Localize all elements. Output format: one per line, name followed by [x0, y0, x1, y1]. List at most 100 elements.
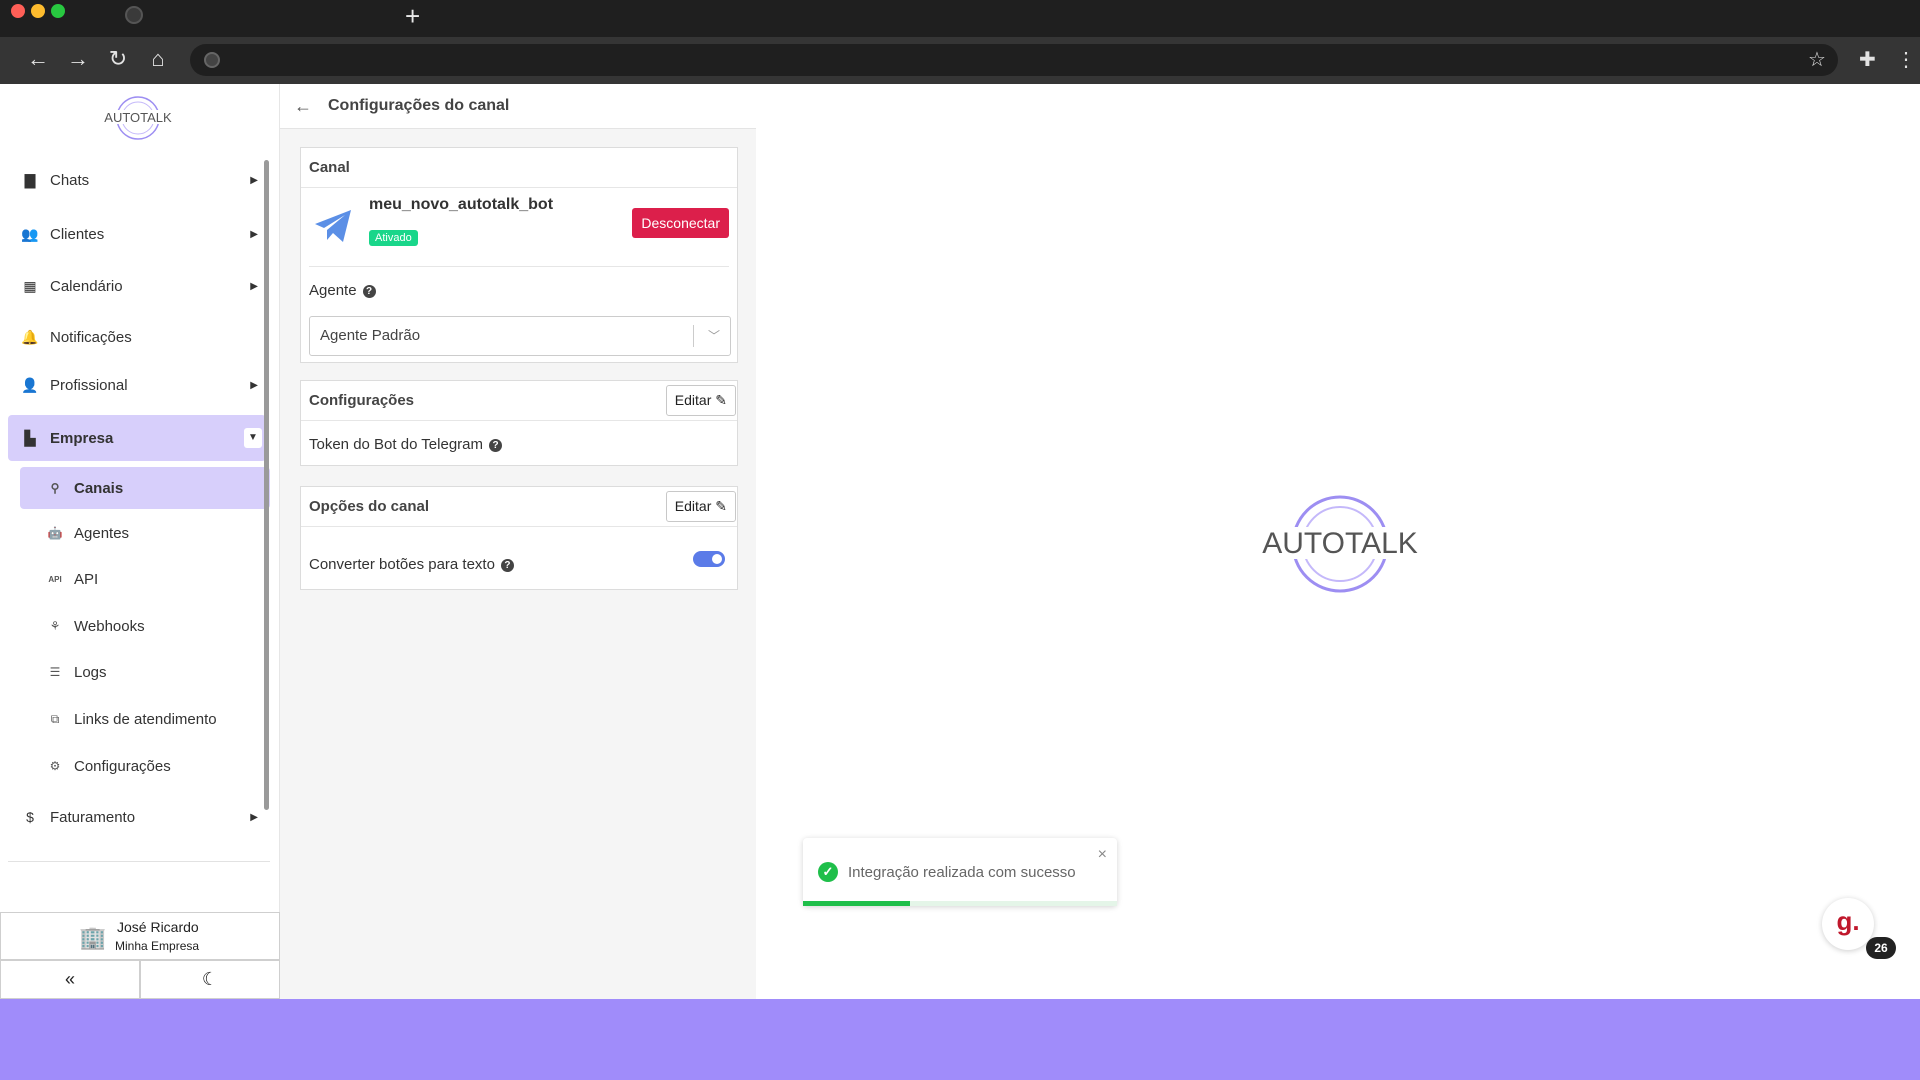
sidebar-divider — [8, 861, 270, 862]
external-link-icon: ⧉ — [50, 711, 60, 726]
sidebar-item-logs[interactable]: ☰ Logs — [20, 651, 270, 693]
browser-tab[interactable] — [108, 0, 398, 37]
user-cog-icon: 👤 — [21, 376, 39, 393]
toast-progress-fill — [803, 901, 910, 906]
caret-right-icon: ▶ — [250, 811, 258, 823]
sidebar-item-configuracoes[interactable]: ⚙ Configurações — [20, 745, 270, 787]
browser-tab-bar: + — [0, 0, 1920, 37]
agent-select[interactable]: Agente Padrão ﹀ — [309, 316, 731, 356]
bot-name: meu_novo_autotalk_bot — [369, 196, 554, 213]
autotalk-logo: AUTOTALK — [96, 96, 180, 140]
sidebar-item-label: Agentes — [74, 524, 130, 542]
site-info-icon[interactable] — [204, 52, 220, 68]
sidebar-item-label: Faturamento — [50, 808, 136, 826]
card-title-text: Configurações — [309, 392, 415, 409]
sidebar-item-faturamento[interactable]: $ Faturamento ▶ — [8, 795, 266, 839]
address-bar[interactable] — [190, 44, 1838, 76]
sidebar-item-api[interactable]: API API — [20, 558, 270, 600]
users-icon: 👥 — [21, 225, 39, 242]
reload-icon[interactable]: ↻ — [104, 45, 132, 73]
maximize-window-icon[interactable] — [51, 4, 65, 18]
sidebar-item-profissional[interactable]: 👤 Profissional ▶ — [8, 363, 266, 407]
sidebar-item-label: Links de atendimento — [74, 710, 217, 728]
caret-right-icon: ▶ — [250, 379, 258, 391]
canal-card: Canal meu_novo_autotalk_bot Ativado Desc… — [300, 147, 738, 363]
user-profile[interactable]: 🏢 José Ricardo Minha Empresa — [0, 912, 280, 960]
autotalk-logo-large: AUTOTALK — [1255, 495, 1425, 593]
help-icon[interactable]: ? — [500, 558, 514, 572]
edit-icon: ✎ — [715, 392, 727, 408]
status-badge: Ativado — [369, 230, 418, 246]
sidebar-item-calendario[interactable]: ▦ Calendário ▶ — [8, 264, 266, 308]
panel-header: ← Configurações do canal — [280, 84, 756, 129]
agent-label-text: Agente — [309, 282, 357, 299]
agent-label: Agente? — [309, 282, 376, 299]
sidebar-item-notificacoes[interactable]: 🔔 Notificações — [8, 315, 266, 359]
close-icon[interactable]: × — [1098, 846, 1107, 864]
browser-toolbar: ← → ↻ ⌂ ☆ ✚ ⋮ — [0, 37, 1920, 84]
sidebar-item-label: Webhooks — [74, 617, 145, 635]
caret-down-icon[interactable]: ▼ — [244, 428, 262, 448]
sidebar-item-chats[interactable]: ▇ Chats ▶ — [8, 158, 266, 202]
convert-label-text: Converter botões para texto — [309, 556, 495, 573]
back-arrow-icon[interactable]: ← — [294, 96, 312, 117]
sidebar-item-canais[interactable]: ⚲ Canais — [20, 467, 270, 509]
sidebar-item-label: API — [74, 570, 99, 588]
sidebar-item-label: Canais — [74, 479, 124, 497]
edit-label: Editar — [674, 392, 712, 408]
svg-text:AUTOTALK: AUTOTALK — [104, 110, 172, 125]
configuracoes-card: Configurações Editar ✎ Token do Bot do T… — [300, 380, 738, 466]
telegram-icon — [315, 210, 351, 242]
chevron-down-icon[interactable]: ﹀ — [708, 317, 720, 355]
card-title: Configurações Editar ✎ — [301, 381, 737, 421]
api-icon: API — [48, 574, 62, 584]
sidebar-item-empresa[interactable]: ▙ Empresa ▼ — [8, 415, 266, 461]
sidebar-item-links-de-atendimento[interactable]: ⧉ Links de atendimento — [20, 698, 270, 740]
help-icon[interactable]: ? — [362, 284, 376, 298]
sidebar-item-clientes[interactable]: 👥 Clientes ▶ — [8, 212, 266, 256]
card-title-text: Opções do canal — [309, 498, 430, 515]
help-icon[interactable]: ? — [489, 438, 503, 452]
browser-menu-icon[interactable]: ⋮ — [1896, 47, 1916, 73]
caret-right-icon: ▶ — [250, 280, 258, 292]
sidebar-scrollbar[interactable] — [264, 160, 269, 810]
close-window-icon[interactable] — [11, 4, 25, 18]
bookmark-star-icon[interactable]: ☆ — [1808, 47, 1826, 73]
sidebar-item-label: Logs — [74, 663, 107, 681]
channel-settings-panel: ← Configurações do canal Canal meu_novo_… — [280, 84, 756, 999]
collapse-sidebar-button[interactable]: « — [0, 960, 140, 999]
caret-right-icon: ▶ — [250, 228, 258, 240]
plug-icon: ⚲ — [50, 481, 60, 495]
back-icon[interactable]: ← — [24, 45, 52, 73]
card-divider — [309, 266, 729, 267]
opcoes-card: Opções do canal Editar ✎ Converter botõe… — [300, 486, 738, 590]
sidebar-item-webhooks[interactable]: ⚘ Webhooks — [20, 605, 270, 647]
new-tab-button[interactable]: + — [405, 2, 420, 30]
robot-icon: 🤖 — [47, 526, 63, 540]
toast-message: Integração realizada com sucesso — [848, 864, 1076, 881]
select-separator — [693, 325, 694, 347]
sidebar-item-agentes[interactable]: 🤖 Agentes — [20, 512, 270, 554]
building-icon: ▙ — [24, 429, 36, 446]
sidebar-item-label: Profissional — [50, 376, 128, 394]
home-icon[interactable]: ⌂ — [144, 45, 172, 73]
sidebar-item-label: Clientes — [50, 225, 105, 243]
forward-icon[interactable]: → — [64, 45, 92, 73]
convert-buttons-toggle[interactable] — [693, 551, 725, 567]
success-toast: ✓ Integração realizada com sucesso × — [803, 838, 1117, 906]
edit-options-button[interactable]: Editar ✎ — [665, 491, 736, 522]
disconnect-button[interactable]: Desconectar — [632, 208, 729, 238]
sidebar-item-label: Chats — [50, 171, 90, 189]
dollar-icon: $ — [26, 809, 34, 825]
minimize-window-icon[interactable] — [31, 4, 45, 18]
sidebar-item-label: Configurações — [74, 757, 171, 775]
card-title: Opções do canal Editar ✎ — [301, 487, 737, 527]
token-label: Token do Bot do Telegram? — [309, 436, 503, 453]
toast-progress — [803, 901, 1117, 906]
user-company: Minha Empresa — [115, 939, 200, 953]
globe-icon — [125, 6, 143, 24]
list-icon: ☰ — [49, 665, 61, 679]
edit-config-button[interactable]: Editar ✎ — [665, 385, 736, 416]
dark-mode-toggle[interactable]: ☾ — [140, 960, 280, 999]
extensions-icon[interactable]: ✚ — [1859, 47, 1876, 73]
